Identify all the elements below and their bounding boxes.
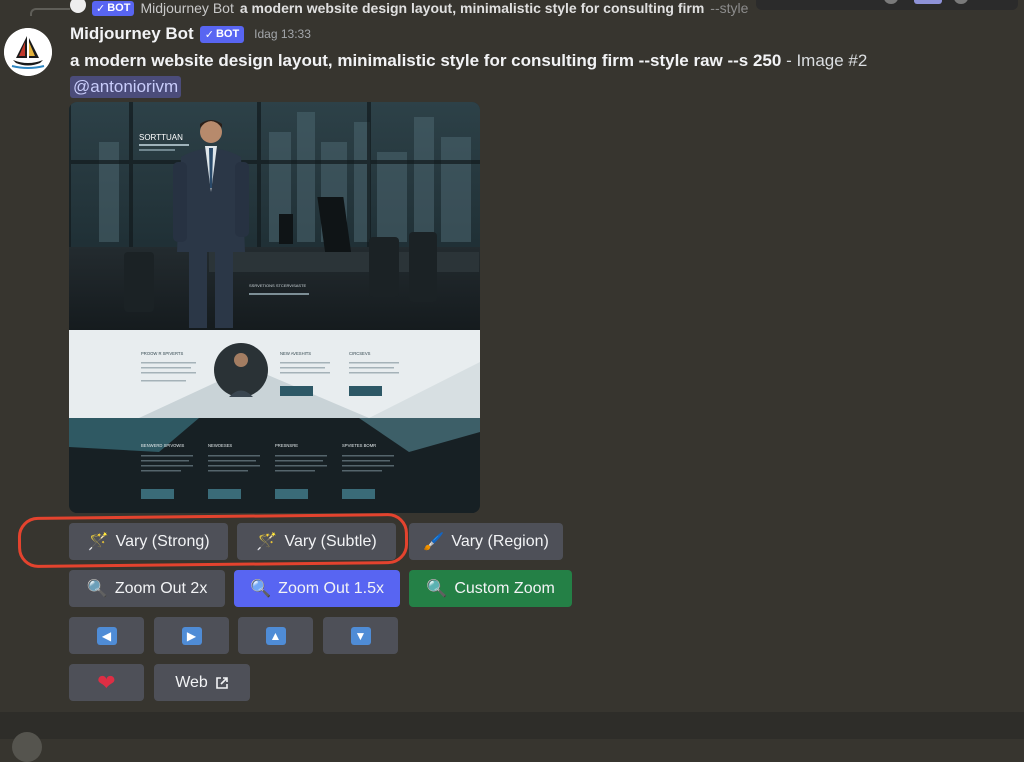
web-label: Web <box>175 673 208 691</box>
pan-left-button[interactable]: ◀ <box>69 617 144 654</box>
paintbrush-icon: 🖌️ <box>423 532 445 551</box>
message-header: Midjourney Bot ✓ BOT Idag 13:33 <box>70 24 311 44</box>
mockup-footer-heading: SPVIETES BOMR <box>342 443 376 448</box>
reply-reference[interactable]: ✓ BOT Midjourney Bot a modern website de… <box>70 0 750 16</box>
mockup-footer-heading: NEWOESES <box>208 443 232 448</box>
mockup-col-heading: CIRCSEVS <box>349 351 371 356</box>
mockup-footer-heading: BENWERD SPIVOWIS <box>141 443 184 448</box>
avatar[interactable] <box>4 28 52 76</box>
user-mention[interactable]: @antoniorivm <box>70 76 182 98</box>
vary-region-label: Vary (Region) <box>451 532 549 550</box>
zoom-out-1-5x-button[interactable]: 🔍 Zoom Out 1.5x <box>234 570 400 607</box>
zoom-out-2x-label: Zoom Out 2x <box>114 579 208 597</box>
pan-up-button[interactable]: ▲ <box>238 617 313 654</box>
mockup-hero-caption: SSRVETIONS STCERVISASTE <box>249 283 307 288</box>
web-link-button[interactable]: Web <box>154 664 250 701</box>
toolbar-icon[interactable] <box>884 0 898 4</box>
toolbar-tag <box>914 0 942 4</box>
external-link-icon <box>215 676 228 689</box>
custom-zoom-label: Custom Zoom <box>454 579 555 597</box>
zoom-out-2x-button[interactable]: 🔍 Zoom Out 2x <box>69 570 225 607</box>
mockup-footer-heading: PRESNSRE <box>275 443 298 448</box>
generated-image[interactable]: SORTTUAN SSRVETIONS STCERVISASTE PROOW R… <box>69 102 480 513</box>
bot-badge: ✓ BOT <box>199 25 245 43</box>
reply-bot-badge: ✓ BOT <box>92 0 135 16</box>
vary-region-button[interactable]: 🖌️ Vary (Region) <box>409 523 563 560</box>
timestamp: Idag 13:33 <box>254 27 311 41</box>
arrow-up-icon: ▲ <box>265 626 286 645</box>
arrow-down-icon: ▼ <box>350 626 371 645</box>
zoom-out-1-5x-label: Zoom Out 1.5x <box>278 579 384 597</box>
reply-avatar <box>70 0 86 13</box>
reply-trail: --style raw --s 250 <box>710 0 750 16</box>
mockup-col-heading: NEW AVESHITS <box>280 351 311 356</box>
reply-prompt: a modern website design layout, minimali… <box>239 0 705 16</box>
pan-right-button[interactable]: ▶ <box>154 617 229 654</box>
mockup-logo-text: SORTTUAN <box>139 133 183 142</box>
image-index: - Image #2 <box>781 51 868 70</box>
arrow-right-icon: ▶ <box>181 626 202 645</box>
reply-connector <box>30 8 70 16</box>
pan-down-button[interactable]: ▼ <box>323 617 398 654</box>
prompt-text: a modern website design layout, minimali… <box>70 51 782 70</box>
mockup-col-heading: PROOW R SPIVERTS <box>141 351 183 356</box>
sailboat-logo-icon <box>4 28 52 76</box>
next-message-avatar <box>12 732 42 762</box>
arrow-left-icon: ◀ <box>96 626 117 645</box>
message-text: a modern website design layout, minimali… <box>70 51 867 71</box>
heart-icon: ❤ <box>97 669 116 695</box>
toolbar-icon[interactable] <box>954 0 968 4</box>
annotation-highlight <box>17 512 409 569</box>
favorite-button[interactable]: ❤ <box>69 664 144 701</box>
magnifier-icon: 🔍 <box>426 579 448 598</box>
website-mockup-image: SORTTUAN SSRVETIONS STCERVISASTE PROOW R… <box>69 102 480 513</box>
message-hover-toolbar[interactable] <box>756 0 1018 10</box>
magnifier-icon: 🔍 <box>250 579 272 598</box>
reply-author: Midjourney Bot <box>140 0 234 16</box>
message-composer[interactable] <box>0 712 1024 739</box>
author-name[interactable]: Midjourney Bot <box>70 24 194 44</box>
custom-zoom-button[interactable]: 🔍 Custom Zoom <box>409 570 572 607</box>
magnifier-icon: 🔍 <box>86 579 108 598</box>
